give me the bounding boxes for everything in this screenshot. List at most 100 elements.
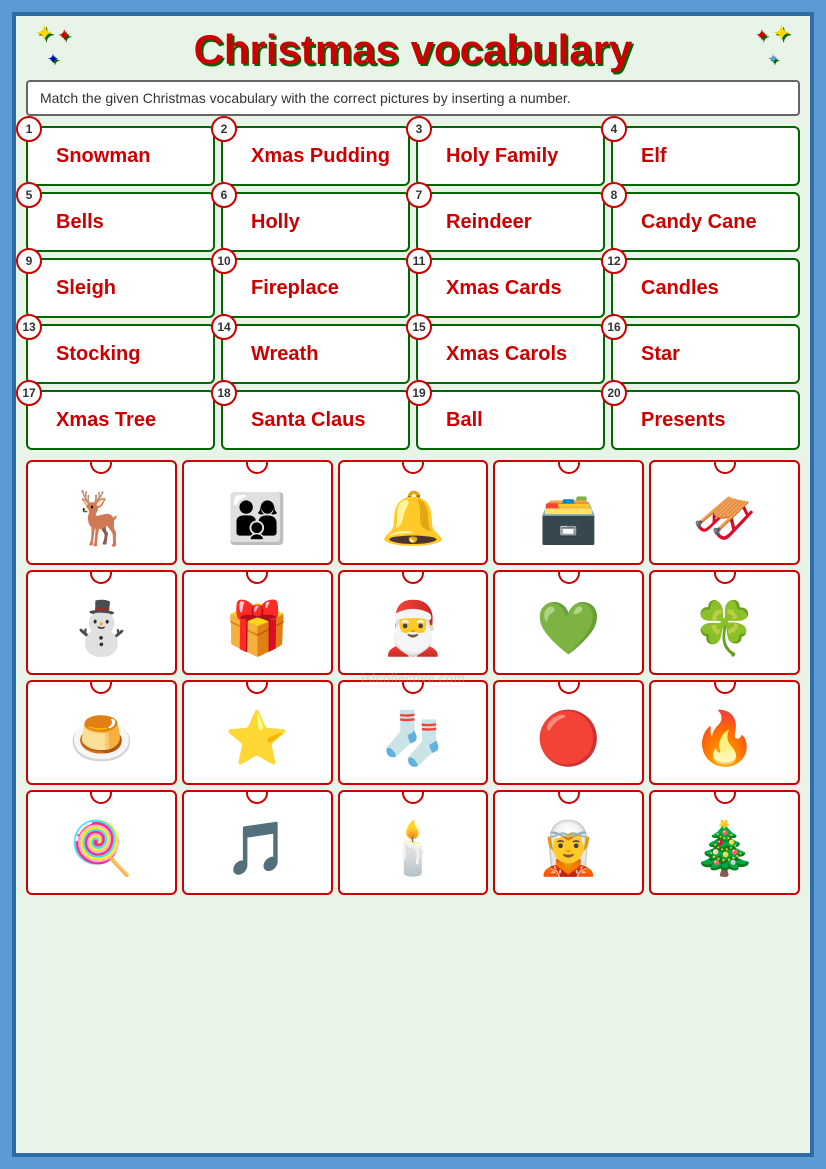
pic-circle [558, 680, 580, 694]
vocab-number: 15 [406, 314, 432, 340]
pic-emoji: 👨‍👩‍👦 [227, 490, 287, 547]
vocab-item-7: 7 Reindeer [416, 192, 605, 252]
vocab-label: Santa Claus [251, 409, 365, 432]
pic-circle [714, 460, 736, 474]
pic-item-1: 🦌 [26, 460, 177, 565]
pic-circle [714, 680, 736, 694]
pic-emoji: 🍮 [69, 708, 134, 769]
vocab-number: 17 [16, 380, 42, 406]
pictures-section: 🦌 👨‍👩‍👦 🔔 🗃️ 🛷 ⛄ 🎁 🎅 💚 🍀 🍮 ⭐ 🧦 [26, 460, 800, 895]
vocab-label: Stocking [56, 343, 140, 366]
vocab-label: Reindeer [446, 211, 532, 234]
vocab-item-9: 9 Sleigh [26, 258, 215, 318]
pic-item-5: 🛷 [649, 460, 800, 565]
pic-item-3: 🔔 [338, 460, 489, 565]
main-container: ✦ ✦ ✦ Christmas vocabulary ✦ ✦ ✦ Match t… [12, 12, 814, 1157]
vocab-item-17: 17 Xmas Tree [26, 390, 215, 450]
pic-emoji: ⭐ [225, 708, 290, 769]
vocab-number: 12 [601, 248, 627, 274]
pic-circle [714, 570, 736, 584]
vocab-item-2: 2 Xmas Pudding [221, 126, 410, 186]
vocab-item-18: 18 Santa Claus [221, 390, 410, 450]
vocab-grid: 1 Snowman 2 Xmas Pudding 3 Holy Family 4… [26, 126, 800, 450]
vocab-number: 13 [16, 314, 42, 340]
vocab-label: Xmas Carols [446, 343, 567, 366]
pic-emoji: 🍀 [692, 598, 757, 659]
pic-item-4: 🗃️ [493, 460, 644, 565]
vocab-item-15: 15 Xmas Carols [416, 324, 605, 384]
vocab-number: 5 [16, 182, 42, 208]
vocab-label: Star [641, 343, 680, 366]
pic-item-6: ⛄ [26, 570, 177, 675]
pic-circle [90, 570, 112, 584]
pic-emoji: 🔔 [381, 488, 446, 549]
pic-circle [246, 460, 268, 474]
vocab-number: 14 [211, 314, 237, 340]
pic-item-10: 🍀 [649, 570, 800, 675]
pic-circle [558, 790, 580, 804]
pic-emoji: 🎁 [225, 598, 290, 659]
vocab-label: Wreath [251, 343, 318, 366]
pic-item-18: 🕯️ [338, 790, 489, 895]
vocab-number: 18 [211, 380, 237, 406]
vocab-label: Sleigh [56, 277, 116, 300]
vocab-item-16: 16 Star [611, 324, 800, 384]
pic-circle [90, 680, 112, 694]
pic-emoji: ⛄ [69, 598, 134, 659]
pic-circle [246, 790, 268, 804]
pic-circle [246, 570, 268, 584]
vocab-item-11: 11 Xmas Cards [416, 258, 605, 318]
pic-item-9: 💚 [493, 570, 644, 675]
pic-circle [558, 570, 580, 584]
vocab-item-19: 19 Ball [416, 390, 605, 450]
vocab-number: 20 [601, 380, 627, 406]
pic-item-8: 🎅 [338, 570, 489, 675]
vocab-item-20: 20 Presents [611, 390, 800, 450]
vocab-item-3: 3 Holy Family [416, 126, 605, 186]
vocab-item-12: 12 Candles [611, 258, 800, 318]
pic-item-17: 🎵 [182, 790, 333, 895]
vocab-label: Holly [251, 211, 300, 234]
vocab-item-1: 1 Snowman [26, 126, 215, 186]
vocab-label: Candy Cane [641, 211, 757, 234]
vocab-label: Bells [56, 211, 104, 234]
vocab-number: 10 [211, 248, 237, 274]
pic-emoji: 🎵 [225, 818, 290, 879]
pic-emoji: 🎄 [692, 818, 757, 879]
vocab-label: Elf [641, 145, 667, 168]
pic-emoji: 💚 [536, 598, 601, 659]
vocab-label: Candles [641, 277, 719, 300]
vocab-label: Presents [641, 409, 726, 432]
pic-item-14: 🔴 [493, 680, 644, 785]
vocab-label: Xmas Tree [56, 409, 156, 432]
pic-circle [90, 460, 112, 474]
pic-emoji: 🧝 [536, 818, 601, 879]
vocab-item-14: 14 Wreath [221, 324, 410, 384]
vocab-item-4: 4 Elf [611, 126, 800, 186]
pictures-grid: 🦌 👨‍👩‍👦 🔔 🗃️ 🛷 ⛄ 🎁 🎅 💚 🍀 🍮 ⭐ 🧦 [26, 460, 800, 895]
vocab-item-13: 13 Stocking [26, 324, 215, 384]
stars-right: ✦ ✦ ✦ [756, 21, 790, 69]
pic-item-12: ⭐ [182, 680, 333, 785]
pic-item-20: 🎄 [649, 790, 800, 895]
vocab-number: 4 [601, 116, 627, 142]
vocab-label: Xmas Pudding [251, 145, 390, 168]
pic-emoji: 🔥 [692, 708, 757, 769]
vocab-number: 2 [211, 116, 237, 142]
vocab-label: Holy Family [446, 145, 558, 168]
pic-item-11: 🍮 [26, 680, 177, 785]
pic-item-16: 🍭 [26, 790, 177, 895]
vocab-label: Fireplace [251, 277, 339, 300]
vocab-label: Ball [446, 409, 483, 432]
vocab-label: Snowman [56, 145, 150, 168]
pic-emoji: 🔴 [536, 708, 601, 769]
pic-circle [714, 790, 736, 804]
vocab-item-8: 8 Candy Cane [611, 192, 800, 252]
vocab-number: 7 [406, 182, 432, 208]
pic-emoji: 🧦 [381, 708, 446, 769]
pic-item-13: 🧦 [338, 680, 489, 785]
pic-emoji: 🗃️ [539, 490, 599, 547]
page-title: ✦ ✦ ✦ Christmas vocabulary ✦ ✦ ✦ [26, 26, 800, 74]
pic-item-7: 🎁 [182, 570, 333, 675]
pic-circle [402, 570, 424, 584]
